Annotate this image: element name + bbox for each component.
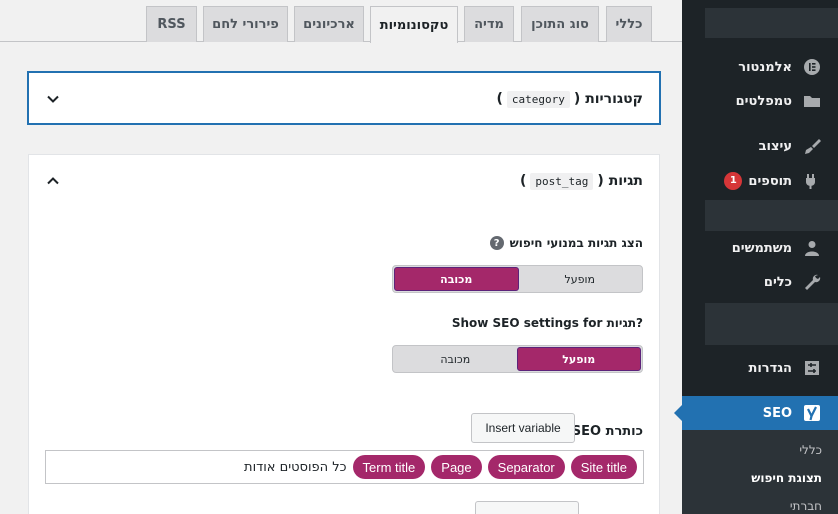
search-visibility-toggle: מופעל מכובה: [392, 265, 643, 293]
categories-box-header[interactable]: קטגוריות ( category ): [29, 73, 659, 125]
user-icon: [802, 238, 822, 258]
tags-title-text: תגיות: [608, 173, 643, 189]
tab-rss[interactable]: RSS: [146, 6, 197, 42]
tab-content-types[interactable]: סוג התוכן: [521, 6, 599, 42]
update-count-badge: 1: [724, 172, 743, 190]
sidebar-item-appearance[interactable]: עיצוב: [682, 129, 838, 163]
admin-sidebar: אלמנטור טמפלטים עיצוב תוספים 1 משתמשים כ…: [674, 0, 838, 514]
wrench-icon: [802, 272, 822, 292]
sidebar-item-settings[interactable]: הגדרות: [682, 351, 838, 385]
tags-box-title: תגיות ( post_tag ): [520, 172, 643, 190]
seo-title-label: כותרת SEO: [571, 424, 643, 439]
sidebar-item-label: משתמשים: [731, 240, 792, 256]
tab-archives[interactable]: ארכיונים: [294, 6, 364, 42]
submenu-item-search-appearance[interactable]: תצוגת חיפוש: [751, 471, 822, 485]
settings-icon: [802, 358, 822, 378]
sidebar-item-label: טמפלטים: [735, 93, 792, 109]
brush-icon: [802, 136, 822, 156]
seo-submenu: כללי תצוגת חיפוש חברתי: [682, 430, 838, 514]
sidebar-placeholder-block: [705, 200, 838, 231]
sidebar-item-tools[interactable]: כלים: [682, 265, 838, 299]
sidebar-item-label: כלים: [763, 274, 792, 290]
sidebar-item-users[interactable]: משתמשים: [682, 231, 838, 265]
tags-slug: post_tag: [530, 172, 594, 190]
sidebar-item-label: הגדרות: [748, 360, 792, 376]
folder-icon: [802, 91, 822, 111]
sidebar-item-seo[interactable]: SEO: [674, 396, 838, 430]
tab-breadcrumbs[interactable]: פירורי לחם: [203, 6, 288, 42]
paren-close: ): [496, 91, 503, 107]
active-menu-arrow: [674, 405, 682, 421]
seo-title-text: כל הפוסטים אודות: [244, 459, 347, 475]
submenu-item-social[interactable]: חברתי: [790, 499, 822, 513]
sidebar-item-label: עיצוב: [758, 138, 792, 154]
search-toggle-on[interactable]: מופעל: [519, 267, 642, 291]
search-toggle-off[interactable]: מכובה: [394, 267, 519, 291]
submenu-item-general[interactable]: כללי: [799, 443, 822, 457]
seo-settings-label-text: Show SEO settings for תגיות?: [451, 316, 643, 330]
seo-title-input[interactable]: Site title Separator Page Term title כל …: [45, 450, 644, 484]
chevron-up-icon[interactable]: [45, 173, 61, 189]
search-toggle-label-text: הצג תגיות במנועי חיפוש: [509, 236, 643, 250]
sidebar-item-label: תוספים: [748, 173, 792, 189]
seo-settings-toggle: מופעל מכובה: [392, 345, 643, 373]
variable-pill-term-title[interactable]: Term title: [352, 455, 426, 479]
tab-media[interactable]: מדיה: [464, 6, 514, 42]
seo-toggle-off[interactable]: מכובה: [394, 347, 517, 371]
sidebar-item-elementor[interactable]: אלמנטור: [682, 50, 838, 84]
elementor-icon: [802, 57, 822, 77]
sidebar-item-plugins[interactable]: תוספים 1: [682, 164, 838, 198]
main-content: כללי סוג התוכן מדיה טקסונומיות ארכיונים …: [0, 0, 682, 514]
categories-box-title: קטגוריות ( category ): [496, 90, 643, 108]
tab-general[interactable]: כללי: [606, 6, 652, 42]
sidebar-item-label: אלמנטור: [738, 59, 792, 75]
sidebar-item-templates[interactable]: טמפלטים: [682, 84, 838, 118]
chevron-down-icon[interactable]: [45, 91, 61, 107]
help-icon[interactable]: ?: [489, 236, 504, 250]
categories-box: קטגוריות ( category ): [28, 72, 660, 124]
paren-close: ): [520, 173, 527, 189]
categories-title-text: קטגוריות: [585, 91, 643, 107]
insert-variable-button-2[interactable]: [475, 501, 579, 514]
tabs-bar: כללי סוג התוכן מדיה טקסונומיות ארכיונים …: [0, 0, 682, 43]
variable-pill-site-title[interactable]: Site title: [570, 455, 637, 479]
tags-box: תגיות ( post_tag ) הצג תגיות במנועי חיפו…: [28, 154, 660, 514]
tags-box-header[interactable]: תגיות ( post_tag ): [29, 155, 659, 207]
seo-toggle-on[interactable]: מופעל: [516, 347, 641, 371]
variable-pill-page[interactable]: Page: [431, 455, 482, 479]
categories-slug: category: [506, 90, 570, 108]
paren-open: (: [597, 173, 609, 189]
plugin-icon: [802, 171, 822, 191]
insert-variable-button[interactable]: Insert variable: [471, 413, 575, 443]
paren-open: (: [573, 91, 586, 107]
yoast-icon: [802, 403, 822, 423]
seo-settings-label: Show SEO settings for תגיות?: [452, 316, 643, 330]
tab-taxonomies[interactable]: טקסונומיות: [370, 6, 458, 43]
sidebar-placeholder-block: [705, 8, 838, 38]
variable-pill-separator[interactable]: Separator: [487, 455, 565, 479]
search-toggle-label: הצג תגיות במנועי חיפוש ?: [489, 236, 643, 250]
sidebar-placeholder-block: [705, 303, 838, 345]
sidebar-item-label: SEO: [762, 405, 792, 421]
